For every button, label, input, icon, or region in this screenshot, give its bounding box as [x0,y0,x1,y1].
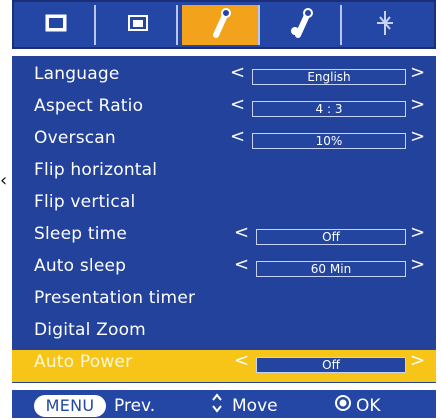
network-icon [372,7,398,43]
tab-setup[interactable] [264,5,342,45]
menu-item-language[interactable]: Language < English > [12,62,436,94]
menu-item-label: Overscan [34,128,116,148]
left-arrow-icon[interactable]: < [230,94,245,115]
left-arrow-icon[interactable]: < [230,126,245,147]
right-arrow-icon[interactable]: > [410,126,425,147]
language-value: English [252,69,406,85]
auto-power-value: Off [256,357,406,373]
menu-item-flip-horizontal[interactable]: Flip horizontal [12,158,436,190]
aspect-ratio-value: 4 : 3 [252,101,406,117]
right-arrow-icon[interactable]: > [410,254,425,275]
menu-item-label: Flip horizontal [34,160,158,180]
sleep-time-value: Off [256,229,406,245]
right-arrow-icon[interactable]: > [410,94,425,115]
left-arrow-icon[interactable]: < [230,62,245,83]
tab-bar [12,0,436,49]
wrench-gear-icon [289,7,315,43]
right-arrow-icon[interactable]: > [410,350,425,371]
ok-label: OK [356,396,381,416]
menu-item-sleep-time[interactable]: Sleep time < Off > [12,222,436,254]
menu-item-label: Auto Power [34,352,133,372]
menu-panel: Language < English > Aspect Ratio < 4 : … [12,56,436,383]
wrench-icon [207,7,233,43]
footer-hint-bar: MENU Prev. Move OK [12,390,436,418]
tab-network[interactable] [346,5,424,45]
projector-osd-menu: Language < English > Aspect Ratio < 4 : … [12,0,436,418]
menu-item-label: Sleep time [34,224,128,244]
right-arrow-icon[interactable]: > [410,222,425,243]
menu-item-aspect-ratio[interactable]: Aspect Ratio < 4 : 3 > [12,94,436,126]
picture-icon [45,14,67,36]
right-arrow-icon[interactable]: > [410,62,425,83]
screen-icon [127,14,149,36]
menu-item-digital-zoom[interactable]: Digital Zoom [12,318,436,350]
menu-button[interactable]: MENU [34,395,106,417]
left-edge-mark: ‹ [0,170,8,191]
tab-picture[interactable] [18,5,96,45]
menu-item-auto-sleep[interactable]: Auto sleep < 60 Min > [12,254,436,286]
menu-item-presentation-timer[interactable]: Presentation timer [12,286,436,318]
up-down-arrow-icon [210,392,224,419]
tab-screen[interactable] [100,5,178,45]
menu-item-label: Presentation timer [34,288,196,308]
ok-button-icon [334,394,352,417]
menu-item-auto-power[interactable]: Auto Power < Off > [12,350,436,382]
menu-item-label: Digital Zoom [34,320,146,340]
auto-sleep-value: 60 Min [256,261,406,277]
menu-item-flip-vertical[interactable]: Flip vertical [12,190,436,222]
left-arrow-icon[interactable]: < [234,222,249,243]
tab-option[interactable] [182,5,260,45]
left-arrow-icon[interactable]: < [234,350,249,371]
menu-item-label: Aspect Ratio [34,96,144,116]
move-label: Move [232,396,278,416]
prev-label: Prev. [114,396,156,416]
menu-item-label: Auto sleep [34,256,127,276]
menu-item-label: Flip vertical [34,192,136,212]
menu-item-label: Language [34,64,120,84]
left-arrow-icon[interactable]: < [234,254,249,275]
menu-item-overscan[interactable]: Overscan < 10% > [12,126,436,158]
overscan-value: 10% [252,133,406,149]
